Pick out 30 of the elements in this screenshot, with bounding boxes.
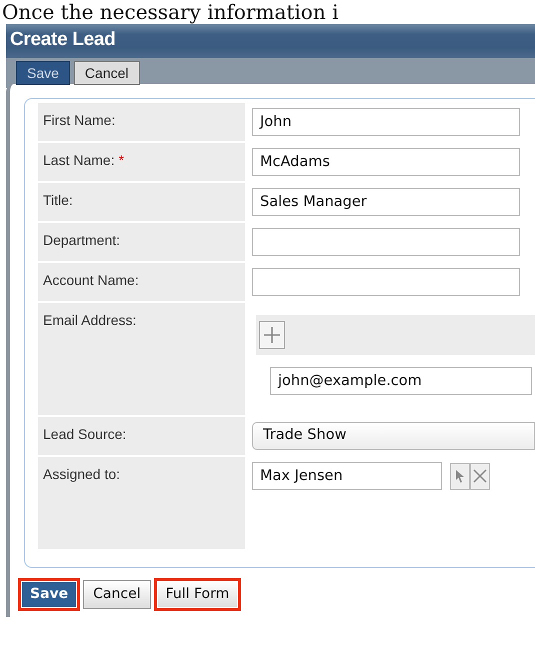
field-label: Account Name: xyxy=(43,272,139,288)
required-mark: * xyxy=(118,152,124,168)
field-label: Email Address: xyxy=(43,312,136,328)
form-button[interactable]: Cancel xyxy=(83,580,151,609)
field-label: Department: xyxy=(43,232,120,248)
clear-button[interactable] xyxy=(470,462,490,490)
field-label: First Name: xyxy=(43,112,116,128)
field-label: Assigned to: xyxy=(43,466,120,482)
add-button[interactable] xyxy=(259,321,285,349)
cursor-icon xyxy=(454,469,466,483)
field-label: Last Name: xyxy=(43,152,115,168)
field-label: Lead Source: xyxy=(43,426,126,442)
save-button[interactable]: Save xyxy=(18,578,80,611)
save-button[interactable]: Save xyxy=(16,61,70,85)
input-field[interactable]: John xyxy=(252,108,520,136)
input-field[interactable]: Sales Manager xyxy=(252,188,520,216)
caption-text: Once the necessary information i xyxy=(1,0,340,24)
input-field[interactable]: Max Jensen xyxy=(252,462,442,490)
header-bar: Create Lead xyxy=(6,24,535,58)
toolbar-button[interactable]: Cancel xyxy=(74,61,140,85)
input-field[interactable]: McAdams xyxy=(252,148,520,176)
select-field[interactable]: Trade Show xyxy=(252,422,535,450)
plus-icon xyxy=(263,326,281,344)
email-field[interactable]: john@example.com xyxy=(270,367,532,395)
form-button[interactable]: Full Form xyxy=(154,578,242,611)
close-icon xyxy=(472,468,488,484)
select-button[interactable] xyxy=(450,462,470,490)
input-field[interactable] xyxy=(252,228,520,256)
field-label: Title: xyxy=(43,192,73,208)
input-field[interactable] xyxy=(252,268,520,296)
